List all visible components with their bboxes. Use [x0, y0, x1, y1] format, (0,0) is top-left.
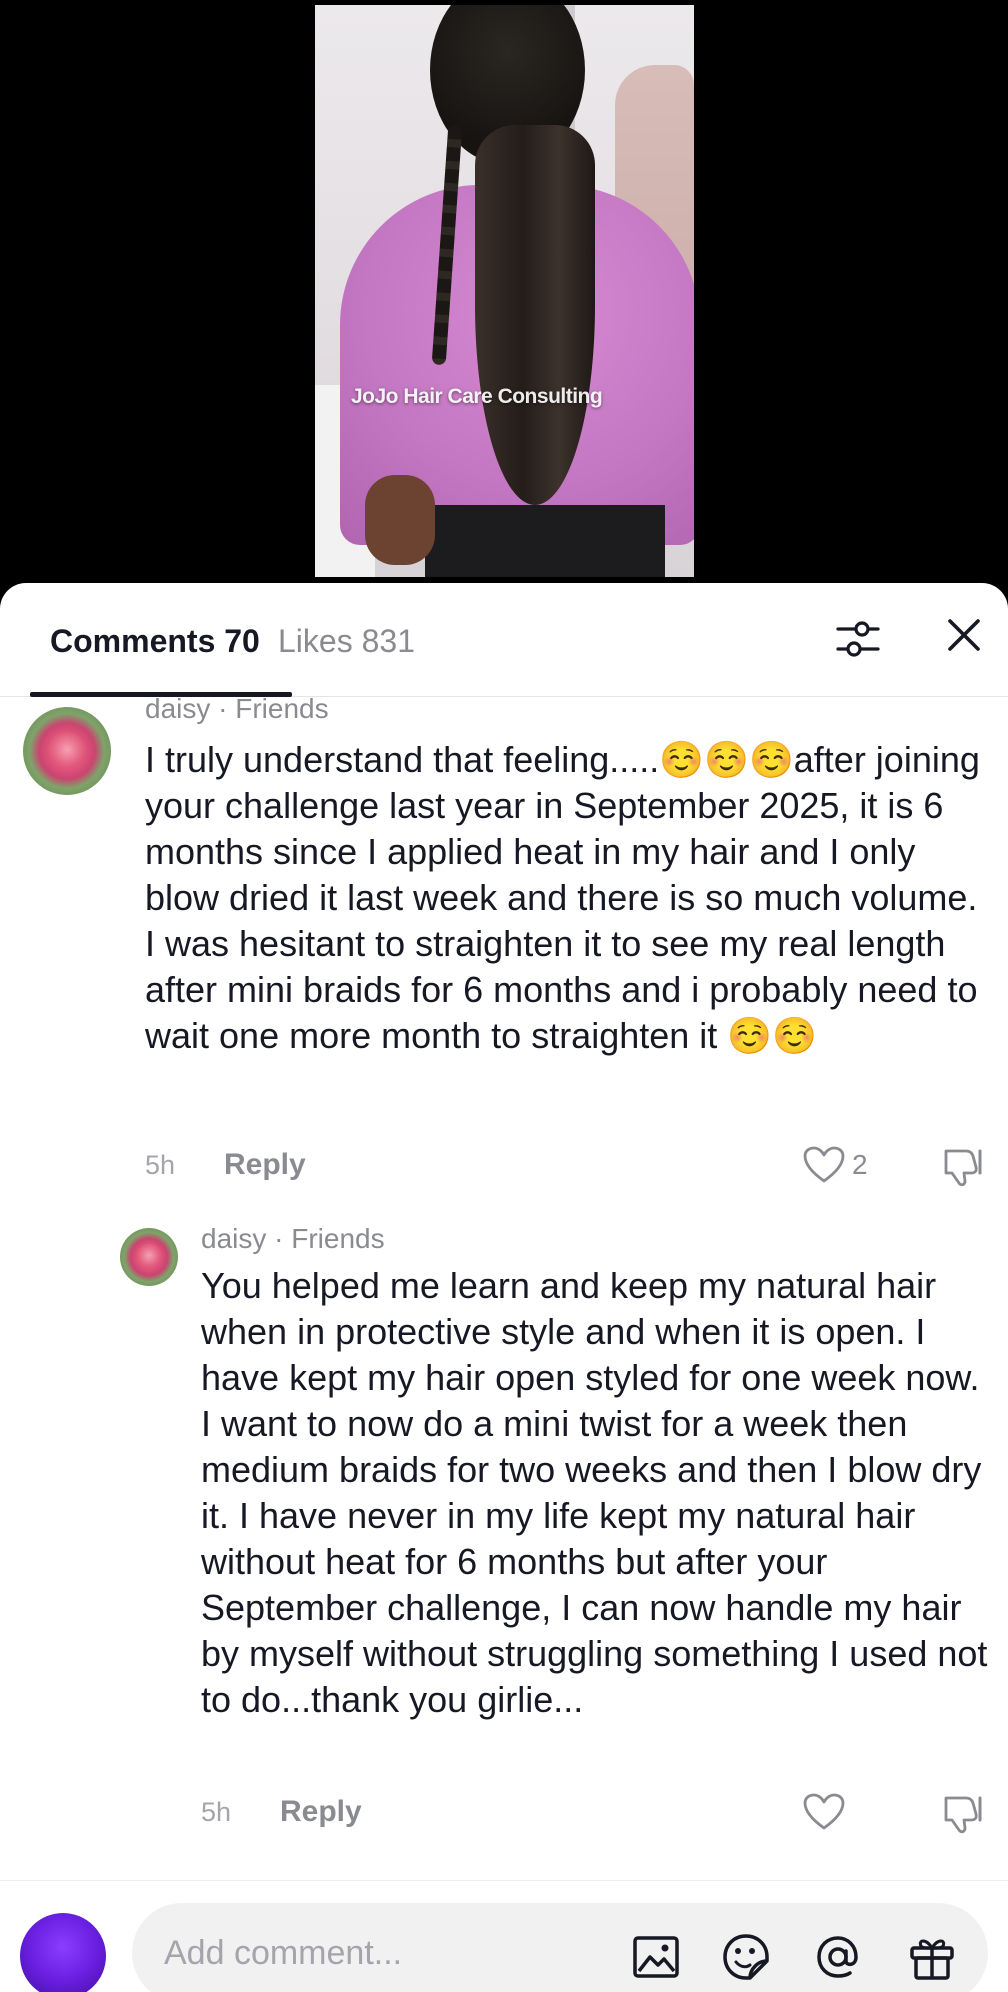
- comments-sheet: Comments 70 Likes 831 daisy · Friends I …: [0, 583, 1008, 1992]
- reply-button[interactable]: Reply: [224, 1148, 306, 1182]
- filter-icon[interactable]: [834, 615, 882, 663]
- heart-icon[interactable]: [802, 1145, 846, 1185]
- sticker-icon[interactable]: [720, 1931, 772, 1983]
- dislike-icon[interactable]: [940, 1145, 986, 1189]
- my-avatar[interactable]: [20, 1913, 106, 1992]
- comment-composer-bar: [0, 1880, 1008, 1992]
- comment-text: You helped me learn and keep my natural …: [201, 1265, 988, 1720]
- comment-author-meta[interactable]: daisy · Friends: [201, 1223, 385, 1255]
- heart-icon[interactable]: [802, 1792, 846, 1832]
- comment-input[interactable]: [164, 1923, 624, 1983]
- reply-comment-item: daisy · Friends You helped me learn and …: [0, 1223, 1008, 1863]
- video-person-hand: [365, 475, 435, 565]
- video-watermark: JoJo Hair Care Consulting: [351, 385, 603, 408]
- comment-time: 5h: [145, 1150, 176, 1180]
- comment-author-meta[interactable]: daisy · Friends: [145, 693, 329, 725]
- image-icon[interactable]: [630, 1931, 682, 1983]
- tabs-bar: Comments 70 Likes 831: [0, 583, 1008, 697]
- like-count: 2: [852, 1149, 868, 1180]
- gift-icon[interactable]: [906, 1931, 958, 1983]
- reply-button[interactable]: Reply: [280, 1795, 362, 1829]
- dislike-icon[interactable]: [940, 1792, 986, 1836]
- comment-time: 5h: [201, 1797, 232, 1827]
- avatar[interactable]: [23, 707, 111, 795]
- tab-likes[interactable]: Likes 831: [278, 623, 415, 660]
- video-thumbnail[interactable]: JoJo Hair Care Consulting: [315, 5, 694, 577]
- tab-comments[interactable]: Comments 70: [50, 623, 260, 660]
- comment-input-box[interactable]: [132, 1903, 988, 1992]
- comment-text: I truly understand that feeling.....☺️☺️…: [145, 739, 980, 1056]
- video-area[interactable]: JoJo Hair Care Consulting: [0, 0, 1008, 600]
- close-icon[interactable]: [944, 615, 984, 655]
- mention-icon[interactable]: [812, 1931, 864, 1983]
- avatar[interactable]: [120, 1228, 178, 1286]
- video-person-pants: [425, 505, 665, 577]
- comment-item: daisy · Friends I truly understand that …: [0, 693, 1008, 1217]
